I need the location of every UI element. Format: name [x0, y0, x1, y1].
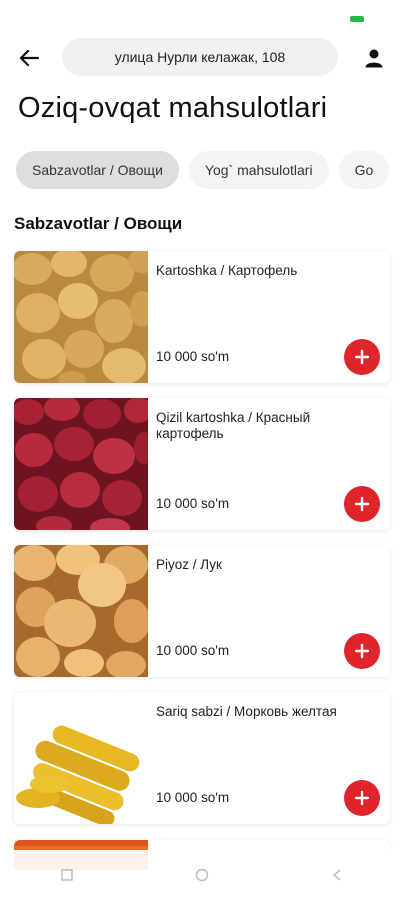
battery-status-icon: [350, 16, 364, 22]
add-to-cart-button[interactable]: [344, 633, 380, 669]
add-to-cart-button[interactable]: [344, 486, 380, 522]
tab-oil-products[interactable]: Yog` mahsulotlari: [188, 151, 329, 189]
yellow-carrot-image: [14, 692, 148, 824]
profile-button[interactable]: [360, 44, 388, 72]
product-name: Piyoz / Лук: [156, 557, 222, 572]
recents-icon[interactable]: [60, 868, 74, 882]
tab-meat[interactable]: Go: [338, 151, 390, 189]
back-nav-icon[interactable]: [330, 868, 344, 882]
address-selector[interactable]: улица Нурли келажак, 108: [62, 38, 338, 76]
product-price: 10 000 so'm: [156, 496, 230, 511]
red-potato-image: [14, 398, 148, 530]
arrow-left-icon: [19, 49, 39, 67]
section-title: Sabzavotlar / Овощи: [14, 214, 183, 233]
category-tabs: Sabzavotlar / Овощи Yog` mahsulotlari Go: [16, 151, 390, 189]
plus-icon: [354, 349, 370, 365]
onion-image: [14, 545, 148, 677]
user-icon: [365, 49, 383, 68]
product-price: 10 000 so'm: [156, 643, 230, 658]
product-name: Kartoshka / Картофель: [156, 263, 298, 278]
page-title: Oziq-ovqat mahsulotlari: [18, 92, 328, 124]
product-card[interactable]: Sariq sabzi / Морковь желтая 10 000 so'm: [14, 692, 390, 824]
top-bar: улица Нурли келажак, 108: [0, 38, 404, 78]
potato-image: [14, 251, 148, 383]
product-card[interactable]: Qizil kartoshka / Красный картофель 10 0…: [14, 398, 390, 530]
add-to-cart-button[interactable]: [344, 780, 380, 816]
product-card[interactable]: Kartoshka / Картофель 10 000 so'm: [14, 251, 390, 383]
product-name: Qizil kartoshka / Красный картофель: [156, 410, 311, 441]
product-name: Sariq sabzi / Морковь желтая: [156, 704, 337, 719]
plus-icon: [354, 790, 370, 806]
add-to-cart-button[interactable]: [344, 339, 380, 375]
system-nav-bar: [0, 850, 404, 900]
back-button[interactable]: [14, 44, 44, 72]
product-card[interactable]: Piyoz / Лук 10 000 so'm: [14, 545, 390, 677]
plus-icon: [354, 496, 370, 512]
tab-vegetables[interactable]: Sabzavotlar / Овощи: [16, 151, 179, 189]
home-icon[interactable]: [195, 868, 209, 882]
address-label: улица Нурли келажак, 108: [114, 49, 286, 65]
product-price: 10 000 so'm: [156, 349, 230, 364]
product-price: 10 000 so'm: [156, 790, 230, 805]
plus-icon: [354, 643, 370, 659]
product-list: Kartoshka / Картофель 10 000 so'm Qizil …: [14, 251, 390, 839]
